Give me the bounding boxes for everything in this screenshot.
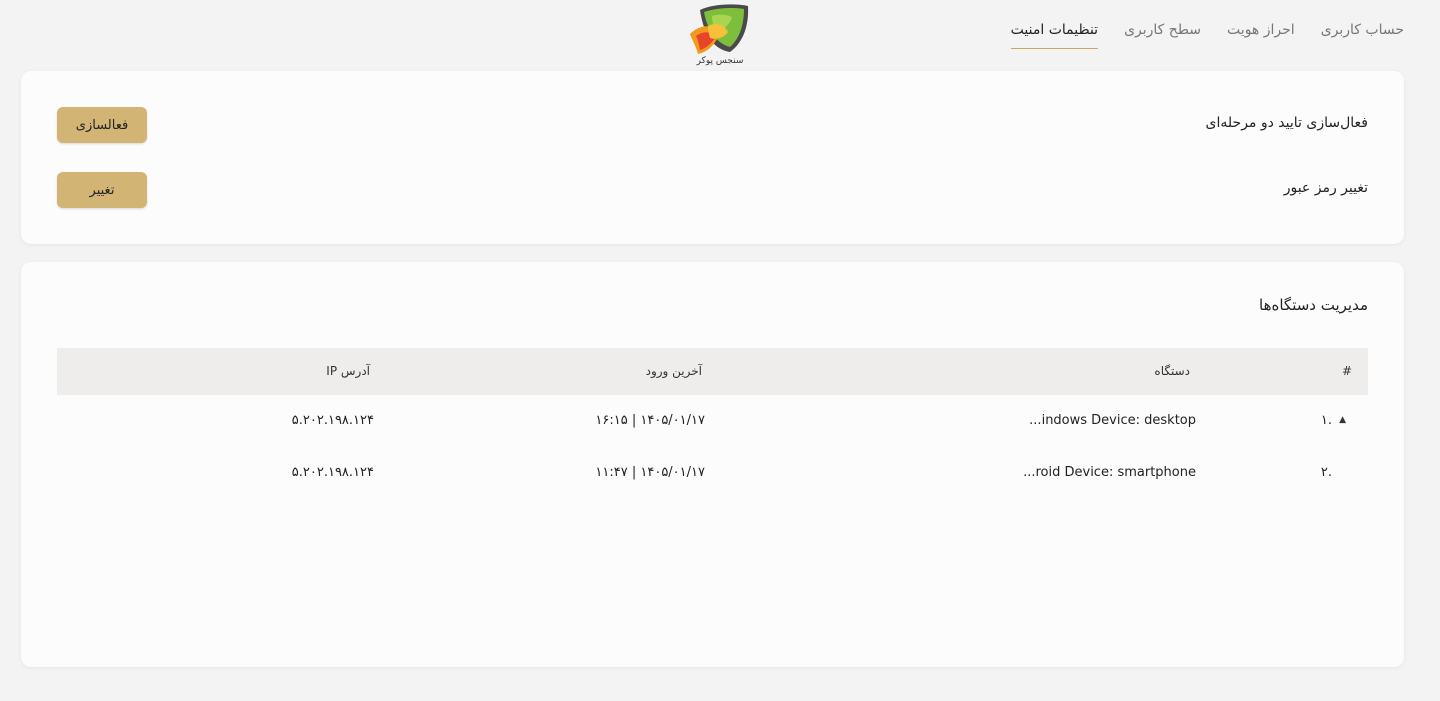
column-header-num: #	[1341, 364, 1352, 378]
change-password-label: تغییر رمز عبور	[1283, 180, 1368, 196]
row-number: .۲	[1320, 465, 1332, 480]
caret-up-icon[interactable]: ▲	[1339, 415, 1346, 425]
tab-user-account[interactable]: حساب کاربری	[1321, 18, 1404, 49]
column-header-last-login: آخرین ورود	[645, 364, 702, 378]
row-device: indows Device: desktop...	[1029, 413, 1196, 428]
devices-table: # دستگاه آخرین ورود آدرس IP ▲ .۱ indows …	[57, 348, 1368, 499]
row-ip: ۵.۲۰۲.۱۹۸.۱۲۴	[291, 465, 374, 480]
tab-bar: حساب کاربری احراز هویت سطح کاربری تنظیما…	[1010, 18, 1404, 49]
site-logo[interactable]: سنجس پوکر	[686, 2, 754, 68]
security-settings-card: فعال‌سازی تایید دو مرحله‌ای فعالسازی تغی…	[21, 71, 1404, 244]
tab-identity-verification[interactable]: احراز هویت	[1227, 18, 1295, 49]
row-ip: ۵.۲۰۲.۱۹۸.۱۲۴	[291, 413, 374, 428]
table-header: # دستگاه آخرین ورود آدرس IP	[57, 348, 1368, 395]
wolf-shield-logo-icon	[690, 4, 749, 54]
row-device: roid Device: smartphone...	[1023, 465, 1196, 480]
logo-caption: سنجس پوکر	[696, 56, 744, 66]
two-factor-label: فعال‌سازی تایید دو مرحله‌ای	[1205, 115, 1368, 131]
table-row[interactable]: ▲ .۱ indows Device: desktop... ۱۴۰۵/۰۱/۱…	[57, 395, 1368, 447]
tab-user-level[interactable]: سطح کاربری	[1124, 18, 1201, 49]
device-management-title: مدیریت دستگاه‌ها	[1259, 296, 1368, 314]
change-password-button[interactable]: تغییر	[57, 172, 147, 208]
table-row[interactable]: .۲ roid Device: smartphone... ۱۴۰۵/۰۱/۱۷…	[57, 447, 1368, 499]
column-header-ip: آدرس IP	[326, 364, 370, 378]
activate-two-factor-button[interactable]: فعالسازی	[57, 107, 147, 143]
row-last-login: ۱۴۰۵/۰۱/۱۷ | ۱۶:۱۵	[595, 413, 705, 428]
column-header-device: دستگاه	[1154, 364, 1190, 378]
row-last-login: ۱۴۰۵/۰۱/۱۷ | ۱۱:۴۷	[595, 465, 705, 480]
top-navigation: حساب کاربری احراز هویت سطح کاربری تنظیما…	[0, 0, 1440, 68]
device-management-card: مدیریت دستگاه‌ها # دستگاه آخرین ورود آدر…	[21, 262, 1404, 667]
tab-security-settings[interactable]: تنظیمات امنیت	[1010, 18, 1099, 49]
row-number: .۱	[1320, 413, 1332, 428]
